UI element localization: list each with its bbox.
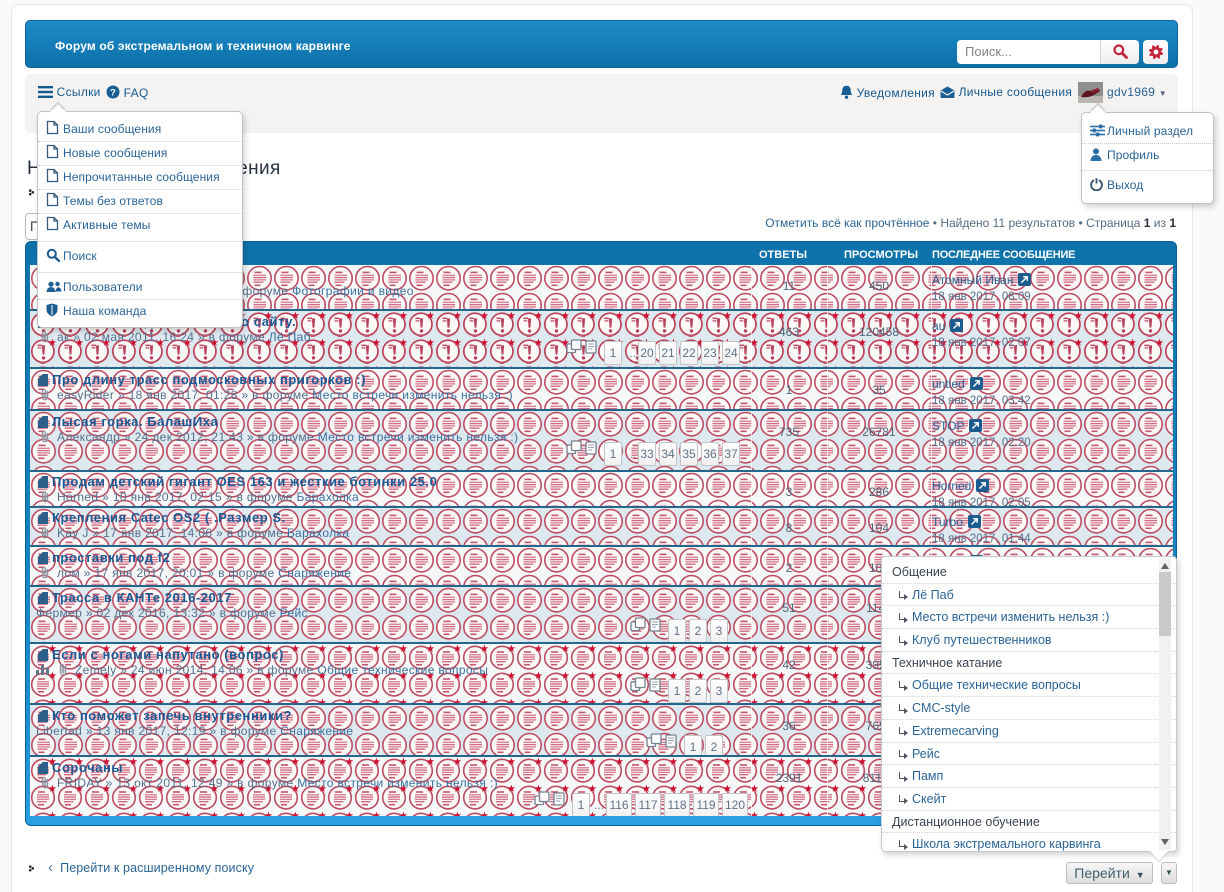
svg-text:?: ? [110,87,116,98]
